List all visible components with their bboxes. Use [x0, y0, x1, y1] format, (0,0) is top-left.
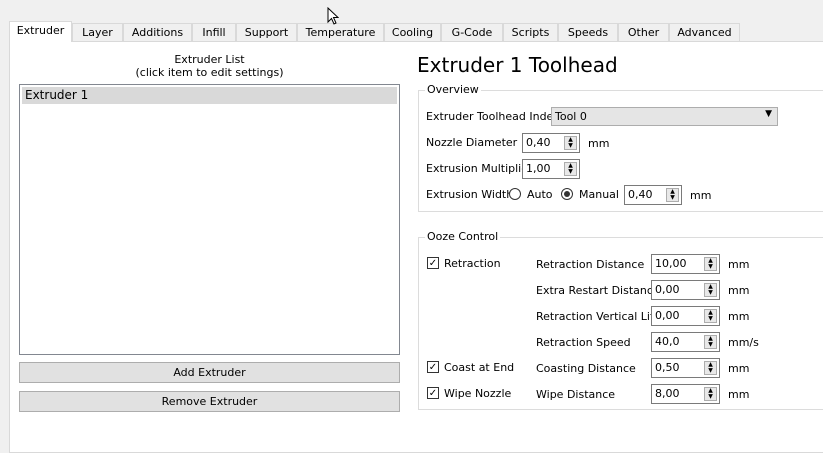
auto-radio[interactable]: [509, 188, 521, 200]
tab-advanced[interactable]: Advanced: [669, 23, 740, 41]
tab-infill[interactable]: Infill: [192, 23, 236, 41]
spin-arrows-icon[interactable]: ▲ ▼: [704, 387, 717, 401]
tab-speeds[interactable]: Speeds: [558, 23, 618, 41]
add-extruder-button[interactable]: Add Extruder: [19, 362, 400, 383]
spin-arrows-icon[interactable]: ▲ ▼: [704, 257, 717, 271]
list-item[interactable]: Extruder 1: [22, 87, 397, 104]
page-title: Extruder 1 Toolhead: [417, 53, 618, 77]
extruder-list-subtitle: (click item to edit settings): [135, 66, 284, 79]
retraction-speed-spinbox[interactable]: 40,0 ▲ ▼: [651, 332, 720, 352]
field-unit: mm: [728, 310, 750, 323]
nozzle-value: 0,40: [526, 136, 551, 149]
width-value: 0,40: [628, 188, 653, 201]
spin-arrows-icon[interactable]: ▲ ▼: [704, 361, 717, 375]
auto-label: Auto: [527, 188, 553, 201]
manual-label: Manual: [579, 188, 619, 201]
wipe-checkbox[interactable]: ✓: [427, 387, 439, 399]
field-unit: mm: [728, 258, 750, 271]
field-unit: mm: [728, 362, 750, 375]
toolhead-index-select[interactable]: Tool 0 ▼: [551, 107, 778, 126]
extra-restart-distance-spinbox[interactable]: 0,00 ▲ ▼: [651, 280, 720, 300]
spin-arrows-icon[interactable]: ▲ ▼: [704, 283, 717, 297]
field-value: 40,0: [655, 335, 680, 348]
field-value: 8,00: [655, 387, 680, 400]
extrusion-multiplier-spinbox[interactable]: 1,00 ▲ ▼: [522, 159, 580, 179]
coast-label: Coast at End: [444, 361, 515, 374]
retraction-checkbox[interactable]: ✓: [427, 257, 439, 269]
field-value: 0,50: [655, 361, 680, 374]
field-label: Coasting Distance: [536, 362, 636, 375]
tab-layer[interactable]: Layer: [72, 23, 123, 41]
spin-arrows-icon[interactable]: ▲ ▼: [666, 188, 679, 202]
chevron-down-icon: ▼: [765, 109, 772, 119]
toolhead-index-label: Extruder Toolhead Index: [426, 110, 560, 123]
extruder-list-title: Extruder List: [174, 53, 245, 66]
retraction-distance-spinbox[interactable]: 10,00 ▲ ▼: [651, 254, 720, 274]
field-label: Retraction Vertical Lift: [536, 310, 658, 323]
tab-temperature[interactable]: Temperature: [297, 23, 384, 41]
remove-extruder-button[interactable]: Remove Extruder: [19, 391, 400, 412]
retraction-label: Retraction: [444, 257, 501, 270]
tab-support[interactable]: Support: [236, 23, 297, 41]
field-value: 0,00: [655, 283, 680, 296]
tab-gcode[interactable]: G-Code: [441, 23, 503, 41]
field-unit: mm: [728, 284, 750, 297]
field-label: Wipe Distance: [536, 388, 616, 401]
spin-arrows-icon[interactable]: ▲ ▼: [704, 309, 717, 323]
spin-arrows-icon[interactable]: ▲ ▼: [564, 136, 577, 150]
field-label: Retraction Distance: [536, 258, 645, 271]
extruder-list[interactable]: Extruder 1: [19, 84, 400, 355]
nozzle-diameter-spinbox[interactable]: 0,40 ▲ ▼: [522, 133, 580, 153]
extruder-list-heading: Extruder List (click item to edit settin…: [19, 53, 400, 79]
extrusion-width-spinbox[interactable]: 0,40 ▲ ▼: [624, 185, 682, 205]
field-value: 0,00: [655, 309, 680, 322]
width-unit: mm: [690, 189, 712, 202]
tab-other[interactable]: Other: [618, 23, 669, 41]
tab-additions[interactable]: Additions: [123, 23, 192, 41]
multiplier-label: Extrusion Multiplier: [426, 162, 533, 175]
coast-checkbox[interactable]: ✓: [427, 361, 439, 373]
multiplier-value: 1,00: [526, 162, 551, 175]
field-value: 10,00: [655, 257, 687, 270]
overview-title: Overview: [425, 83, 481, 96]
wipe-distance-spinbox[interactable]: 8,00 ▲ ▼: [651, 384, 720, 404]
field-label: Extra Restart Distance: [536, 284, 660, 297]
spin-arrows-icon[interactable]: ▲ ▼: [564, 162, 577, 176]
nozzle-label: Nozzle Diameter: [426, 136, 518, 149]
tab-extruder[interactable]: Extruder: [9, 21, 72, 42]
ooze-title: Ooze Control: [425, 230, 501, 243]
mouse-cursor-icon: [327, 7, 339, 25]
field-label: Retraction Speed: [536, 336, 631, 349]
nozzle-unit: mm: [588, 137, 610, 150]
field-unit: mm/s: [728, 336, 759, 349]
coasting-distance-spinbox[interactable]: 0,50 ▲ ▼: [651, 358, 720, 378]
spin-arrows-icon[interactable]: ▲ ▼: [704, 335, 717, 349]
field-unit: mm: [728, 388, 750, 401]
width-label: Extrusion Width: [426, 188, 514, 201]
tab-cooling[interactable]: Cooling: [384, 23, 441, 41]
manual-radio[interactable]: [561, 188, 573, 200]
tab-scripts[interactable]: Scripts: [503, 23, 558, 41]
retraction-vertical-lift-spinbox[interactable]: 0,00 ▲ ▼: [651, 306, 720, 326]
toolhead-index-value: Tool 0: [555, 110, 587, 123]
wipe-label: Wipe Nozzle: [444, 387, 512, 400]
